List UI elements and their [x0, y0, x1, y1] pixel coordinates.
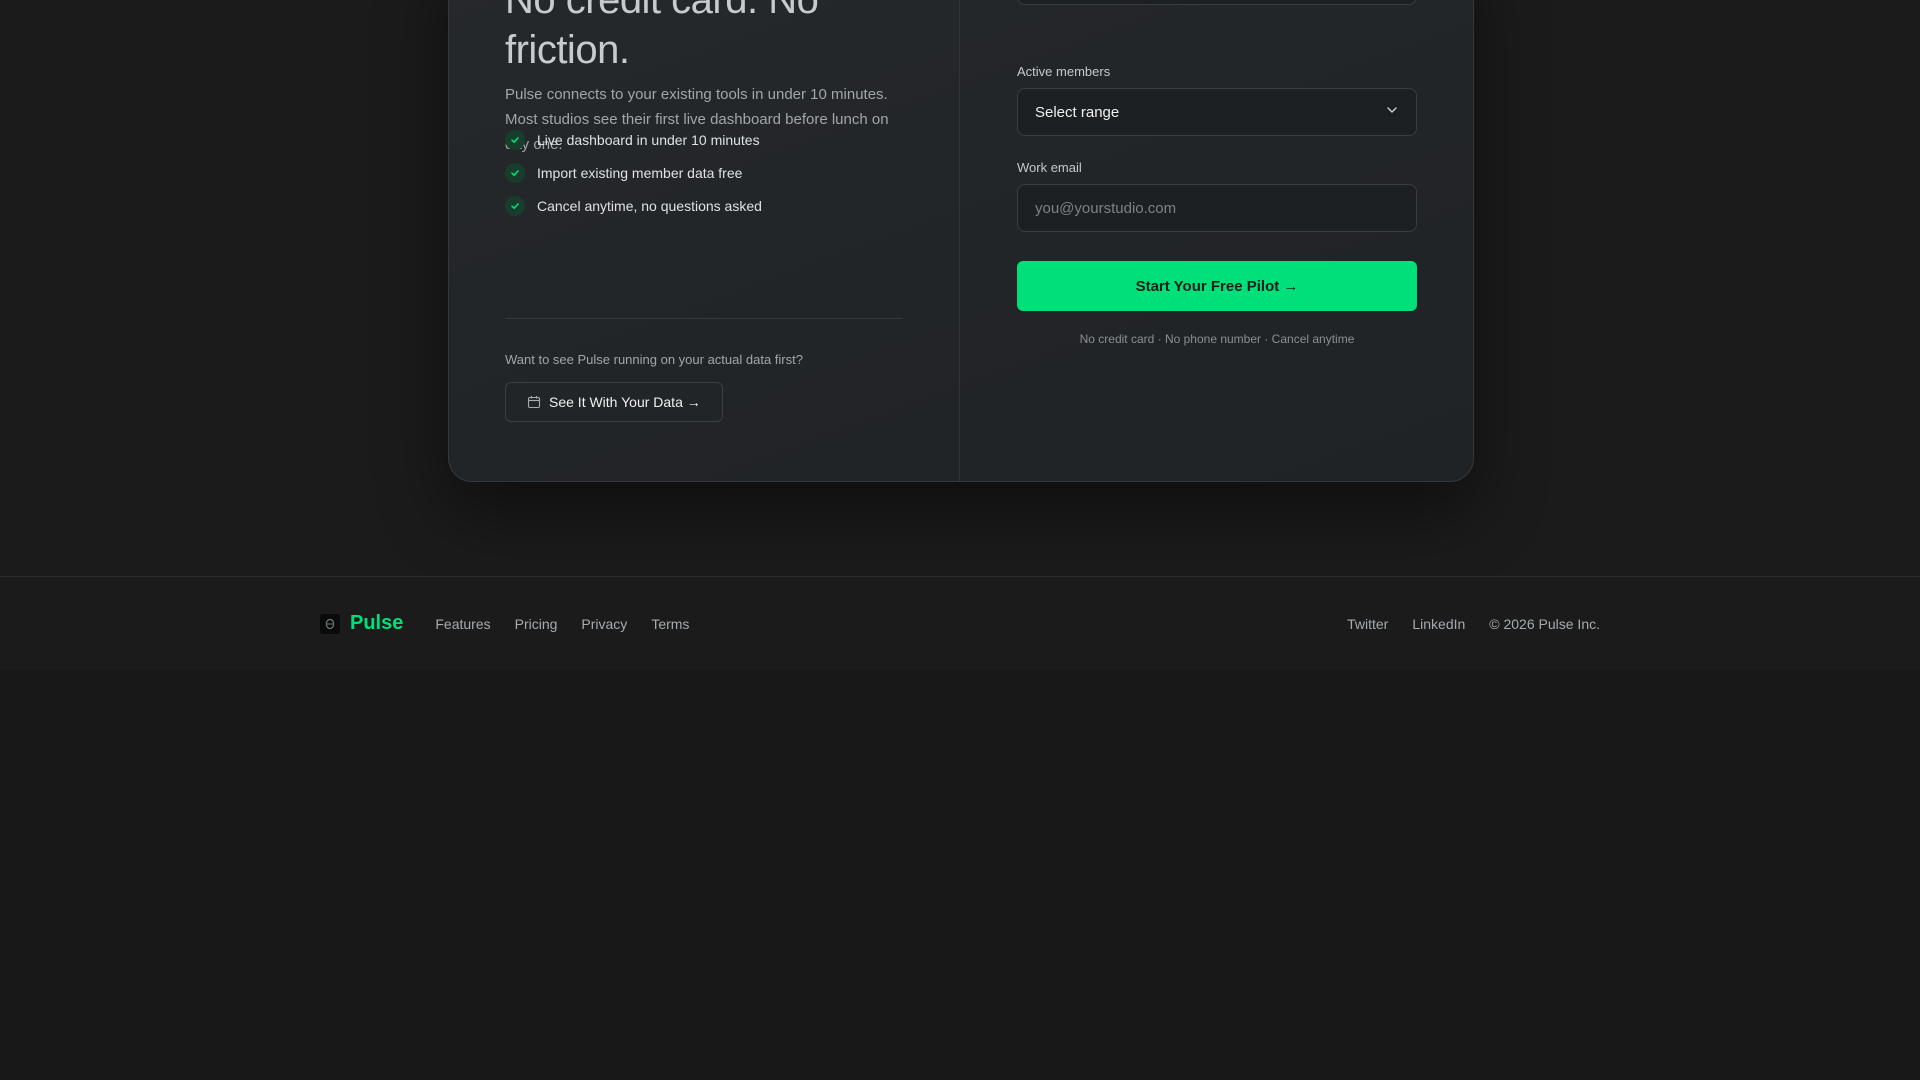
check-icon [505, 163, 525, 183]
signup-card: No credit card. No friction. Pulse conne… [448, 0, 1474, 482]
benefit-text: Import existing member data free [537, 165, 743, 181]
signup-section: No credit card. No friction. Pulse conne… [0, 0, 1920, 576]
footer-logo[interactable]: Pulse [320, 612, 403, 635]
copyright-text: © 2026 Pulse Inc. [1489, 615, 1600, 632]
hero-headline: No credit card. No friction. [505, 0, 819, 72]
benefit-list: Live dashboard in under 10 minutes Impor… [505, 130, 762, 229]
pulse-logo-icon [320, 613, 340, 634]
email-field[interactable] [1017, 184, 1417, 232]
email-label: Work email [1017, 160, 1082, 175]
form-fine-print: No credit card · No phone number · Cance… [1079, 332, 1355, 346]
benefit-text: Cancel anytime, no questions asked [537, 198, 762, 214]
benefit-item: Live dashboard in under 10 minutes [505, 130, 762, 150]
footer-link-privacy[interactable]: Privacy [581, 616, 627, 632]
site-footer: Pulse Features Pricing Privacy Terms Twi… [0, 576, 1920, 670]
members-select[interactable]: Select range [1017, 88, 1417, 136]
calendar-icon [527, 395, 541, 409]
see-with-your-data-button[interactable]: See It With Your Data → [505, 382, 723, 422]
footer-link-twitter[interactable]: Twitter [1347, 616, 1388, 632]
studio-name-input[interactable] [1017, 0, 1417, 5]
footer-inner: Pulse Features Pricing Privacy Terms Twi… [320, 577, 1600, 670]
benefit-item: Import existing member data free [505, 163, 762, 183]
brand-name: Pulse [350, 612, 404, 634]
check-icon [505, 196, 525, 216]
demo-prompt: Want to see Pulse running on your actual… [505, 352, 803, 367]
section-divider [505, 318, 903, 319]
card-divider [959, 0, 960, 481]
members-label: Active members [1017, 64, 1111, 79]
start-free-pilot-button[interactable]: Start Your Free Pilot → [1017, 261, 1417, 311]
check-icon [505, 130, 525, 150]
benefit-text: Live dashboard in under 10 minutes [537, 132, 760, 148]
footer-link-features[interactable]: Features [435, 616, 490, 632]
footer-link-linkedin[interactable]: LinkedIn [1412, 616, 1465, 632]
chevron-down-icon [1385, 103, 1399, 122]
members-select-value: Select range [1035, 103, 1120, 121]
see-with-your-data-label: See It With Your Data → [549, 394, 701, 410]
footer-right: Twitter LinkedIn © 2026 Pulse Inc. [1323, 616, 1600, 632]
benefit-item: Cancel anytime, no questions asked [505, 196, 762, 216]
footer-link-terms[interactable]: Terms [651, 616, 689, 632]
footer-link-pricing[interactable]: Pricing [515, 616, 558, 632]
